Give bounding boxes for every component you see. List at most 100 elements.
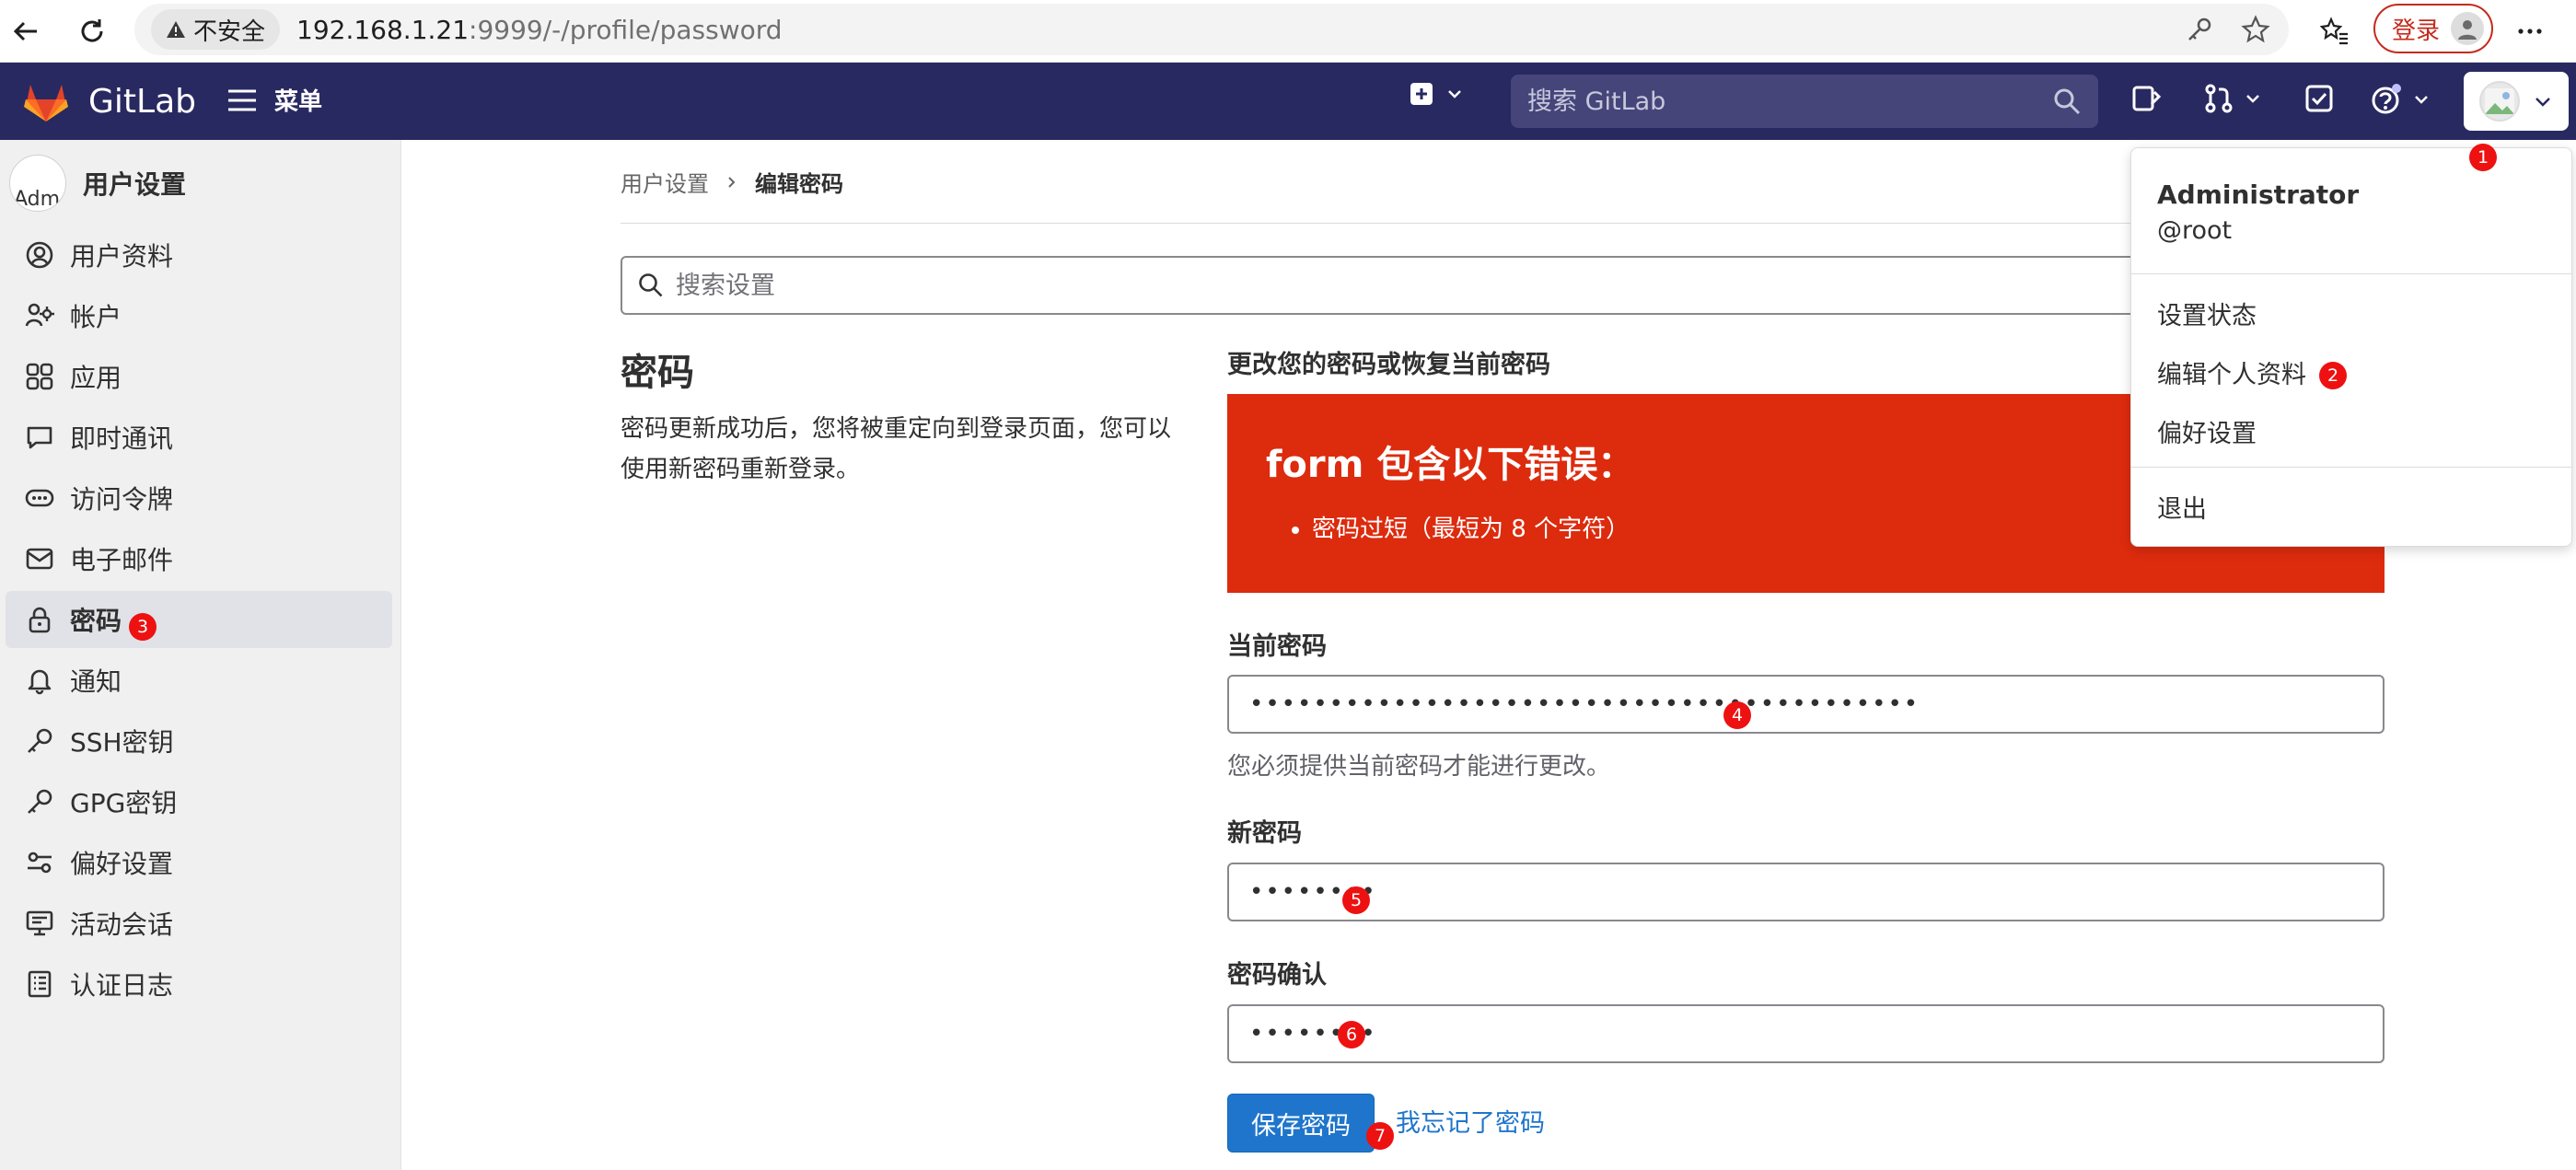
address-bar[interactable]: 不安全 192.168.1.21:9999/-/profile/password [134,4,2289,55]
applications-icon [24,361,55,392]
help-button[interactable] [2370,83,2431,116]
sidebar-item-label: 活动会话 [70,909,174,940]
sidebar-item-applications[interactable]: 应用 [6,348,392,405]
login-label: 登录 [2392,17,2441,45]
issues-button[interactable] [2130,83,2162,114]
sidebar-item-label: 帐户 [70,302,122,332]
account-icon [24,300,55,331]
reload-button[interactable] [68,7,116,55]
chevron-down-icon [2246,95,2259,103]
help-icon [2372,84,2401,114]
todos-button[interactable] [2303,83,2335,114]
key-icon[interactable] [2186,16,2213,43]
sidebar-item-access-tokens[interactable]: 访问令牌 [6,469,392,527]
dropdown-item-sign-out[interactable]: 退出 [2157,489,2207,525]
current-password-label: 当前密码 [1227,632,1327,661]
form-heading: 更改您的密码或恢复当前密码 [1227,351,1550,379]
new-item-dropdown[interactable] [1409,81,1464,107]
sidebar-item-chat[interactable]: 即时通讯 [6,409,392,466]
address-actions [2186,9,2270,50]
sidebar-item-label: 密码 [70,606,122,636]
sidebar-item-preferences[interactable]: 偏好设置 [6,834,392,891]
monitor-icon [24,908,55,939]
todo-check-icon [2305,85,2333,112]
breadcrumb-current[interactable]: 编辑密码 [755,166,843,198]
merge-requests-button[interactable] [2203,83,2262,114]
sidebar-item-emails[interactable]: 电子邮件 [6,530,392,587]
confirm-password-field[interactable] [1227,1004,2385,1063]
breadcrumb-parent[interactable]: 用户设置 [621,166,709,198]
issues-icon [2132,86,2162,111]
more-icon [2518,29,2542,34]
save-password-button[interactable]: 保存密码 [1227,1094,1375,1153]
dropdown-user-name[interactable]: Administrator [2157,180,2359,210]
sidebar-item-profile[interactable]: 用户资料 [6,226,392,284]
favorites-icon [2319,17,2348,45]
sidebar-item-label: 应用 [70,363,122,393]
chevron-down-icon [2535,98,2550,107]
settings-search[interactable] [621,256,2383,315]
gitlab-brand: GitLab [88,82,196,121]
step-marker: 7 [1366,1122,1394,1150]
preferences-icon [24,847,55,878]
new-password-field[interactable] [1227,863,2385,921]
sidebar-item-label: GPG密钥 [70,788,178,818]
sidebar-item-label: 偏好设置 [70,849,174,879]
forgot-password-link[interactable]: 我忘记了密码 [1396,1103,1545,1139]
reload-icon [81,19,103,42]
dropdown-divider [2131,273,2571,274]
sidebar-item-auth-log[interactable]: 认证日志 [6,956,392,1013]
gitlab-logo-icon [24,85,68,122]
key-icon [24,786,55,817]
user-avatar [2479,81,2520,122]
settings-search-input[interactable] [676,271,2241,300]
step-marker: 3 [129,613,157,641]
profile-icon [2451,12,2484,45]
current-password-field[interactable] [1227,675,2385,734]
main-menu-button[interactable]: 菜单 [226,83,322,117]
plus-square-icon [1410,83,1433,105]
sidebar-item-active-sessions[interactable]: 活动会话 [6,895,392,952]
settings-sidebar: Adm 用户设置 用户资料 帐户 应用 即时通讯 访问令牌 电子邮件 密码 通知… [0,140,401,1170]
step-marker: 2 [2319,362,2347,389]
section-description: 密码更新成功后，您将被重定向到登录页面，您可以使用新密码重新登录。 [621,415,1172,483]
dropdown-item-edit-profile[interactable]: 编辑个人资料 [2157,354,2306,390]
dropdown-item-set-status[interactable]: 设置状态 [2157,295,2257,331]
star-icon[interactable] [2241,15,2270,44]
security-chip[interactable]: 不安全 [151,9,281,50]
log-icon [24,968,55,1000]
sidebar-item-label: 用户资料 [70,241,174,272]
chevron-right-icon [728,176,736,188]
sidebar-item-gpg-keys[interactable]: GPG密钥 [6,773,392,830]
sidebar-item-label: 即时通讯 [70,423,174,454]
broken-image-icon [2485,88,2514,114]
gitlab-search[interactable] [1511,75,2098,128]
dropdown-user-handle[interactable]: @root [2157,216,2232,245]
dropdown-item-preferences[interactable]: 偏好设置 [2157,413,2257,449]
url-path: :9999/-/profile/password [469,14,783,45]
gitlab-home-link[interactable]: GitLab [22,79,196,123]
sidebar-header[interactable]: Adm 用户设置 [9,155,186,212]
token-icon [24,482,55,514]
sidebar-avatar: Adm [9,155,66,212]
chevron-down-icon [1448,90,1461,98]
sidebar-item-label: 通知 [70,666,122,697]
gitlab-search-input[interactable] [1527,87,2043,116]
mail-icon [24,543,55,574]
sidebar-item-ssh-keys[interactable]: SSH密钥 [6,712,392,770]
url-text: 192.168.1.21:9999/-/profile/password [296,15,783,45]
favorites-button[interactable] [2311,7,2359,55]
sidebar-item-password[interactable]: 密码 [6,591,392,648]
sidebar-item-notifications[interactable]: 通知 [6,652,392,709]
back-button[interactable] [2,7,50,55]
step-marker: 4 [1723,701,1751,729]
browser-login-button[interactable]: 登录 [2373,4,2493,53]
browser-menu-button[interactable] [2506,7,2554,55]
sidebar-item-label: 访问令牌 [70,484,174,515]
url-host: 192.168.1.21 [296,14,470,45]
bell-icon [24,665,55,696]
confirm-password-label: 密码确认 [1227,961,1327,990]
key-icon [24,725,55,757]
user-menu-button[interactable] [2464,72,2569,131]
sidebar-item-account[interactable]: 帐户 [6,287,392,344]
